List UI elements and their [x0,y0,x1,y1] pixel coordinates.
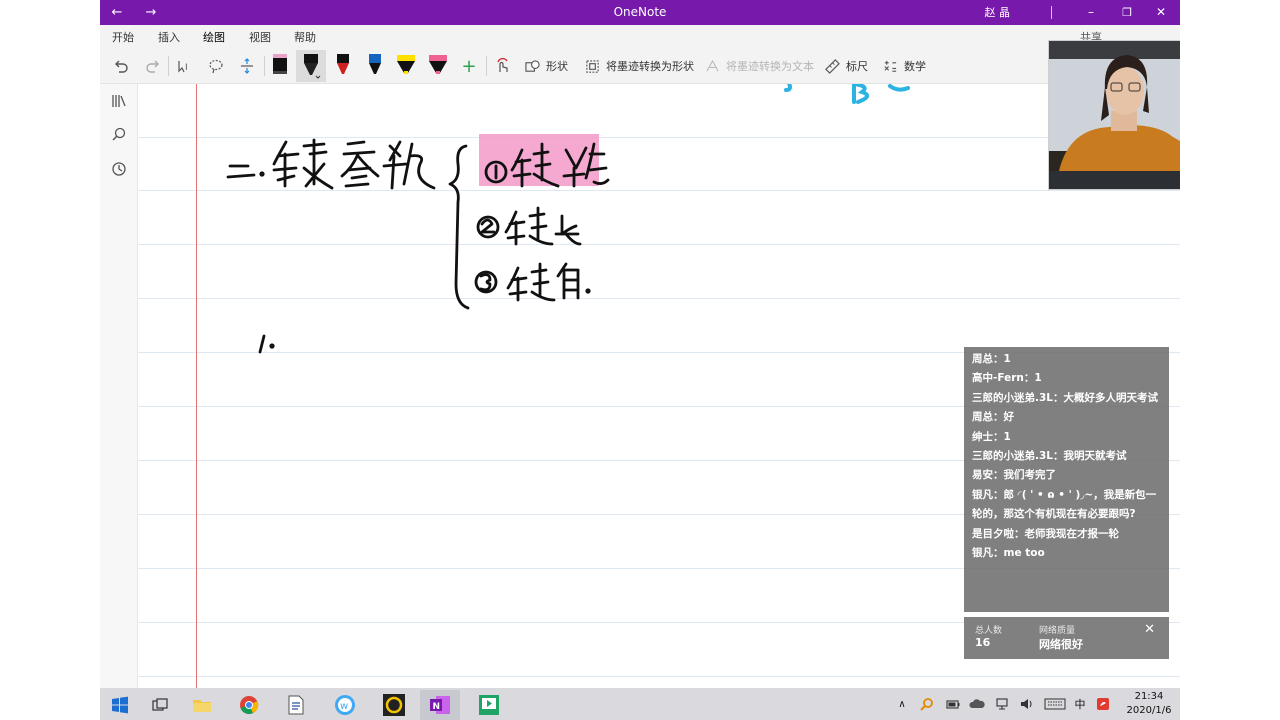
left-background [0,0,100,688]
chat-message: 周总：1 [972,353,1011,365]
close-button[interactable]: ✕ [1150,0,1172,25]
ribbon-tabs: 开始 插入 绘图 视图 帮助 共享 [100,25,1180,50]
volume-tray-icon[interactable] [1018,688,1036,720]
network-quality-label: 网络质量 [1039,626,1076,636]
left-navigation [100,84,138,688]
redo-icon[interactable] [142,54,164,78]
ink-to-text-icon [706,59,719,71]
network-tray-icon[interactable] [994,688,1012,720]
chat-message: 是目夕啦：老师我现在才报一轮 [972,527,1119,540]
math-label: 数学 [904,60,926,73]
ruler-label: 标尺 [846,60,868,73]
back-button[interactable]: ← [106,0,128,25]
cloud-tray-icon[interactable] [968,688,986,720]
window-title: OneNote [613,5,667,19]
webcam-video [1049,41,1180,189]
tab-draw[interactable]: 绘图 [203,29,225,50]
type-select-icon[interactable]: I [174,54,196,78]
ruler-icon [825,58,840,74]
title-bar: ← → OneNote 赵 晶 – ❐ ✕ [100,0,1180,25]
pen-black-icon[interactable] [268,51,292,81]
minimize-button[interactable]: – [1080,0,1102,25]
network-quality-value: 网络很好 [1039,638,1083,651]
show-hidden-icons-icon[interactable]: ∧ [895,688,909,720]
stats-close-icon[interactable]: ✕ [1144,622,1155,637]
notebooks-icon[interactable] [109,91,129,111]
document-app-icon[interactable] [276,690,316,720]
audience-stats-panel: 总人数 16 网络质量 网络很好 ✕ [964,617,1169,659]
tab-insert[interactable]: 插入 [158,29,180,45]
total-viewers-value: 16 [975,636,991,649]
start-icon[interactable] [100,690,140,720]
live-chat-panel[interactable]: 周总：1 高中-Fern：1 三郎的小迷弟.3L：大概好多人明天考试 周总：好 … [964,347,1169,612]
system-clock[interactable]: 21:34 2020/1/6 [1118,690,1180,718]
ime-indicator[interactable]: 中 [1072,688,1088,720]
chat-message: 三郎的小迷弟.3L：我明天就考试 [972,450,1127,463]
clock-date: 2020/1/6 [1126,705,1172,716]
chat-message: 易安：我们考完了 [972,469,1056,482]
lasso-select-icon[interactable] [205,54,227,78]
ink-to-shape-label: 将墨迹转换为形状 [606,60,694,73]
chat-message: 三郎的小迷弟.3L：大概好多人明天考试 [972,391,1158,404]
blue-ink-strokes [784,84,910,104]
tab-help[interactable]: 帮助 [294,29,316,45]
add-pen-icon[interactable]: + [458,54,480,78]
toolbar-separator [168,56,169,76]
math-icon [884,60,897,72]
media-app-icon[interactable] [469,690,509,720]
antivirus-tray-icon[interactable] [1094,688,1112,720]
add-space-icon[interactable] [236,54,258,78]
ink-to-text-label: 将墨迹转换为文本 [726,60,814,73]
pen-red-icon[interactable] [331,51,355,81]
math-button[interactable]: 数学 [883,58,926,74]
draw-toolbar: I + 形状 将墨迹转换为形状 将墨迹转换为文本 标尺 数学 [100,34,1180,84]
battery-tray-icon[interactable] [944,688,962,720]
task-view-icon[interactable] [140,690,180,720]
ink-replay-icon[interactable] [492,54,514,78]
toolbar-separator [264,56,265,76]
search-icon[interactable] [109,124,129,144]
chrome-icon[interactable] [229,690,269,720]
recording-app-icon[interactable] [374,690,414,720]
ink-to-shape-icon [586,59,599,73]
clock-time: 21:34 [1134,691,1164,702]
webcam-overlay[interactable]: ✕ [1048,40,1180,190]
search-tray-icon[interactable] [918,688,936,720]
recent-notes-icon[interactable] [109,159,129,179]
svg-text:I: I [185,63,188,73]
tab-home[interactable]: 开始 [112,29,134,45]
classroom-app-icon[interactable]: w [325,690,365,720]
onenote-taskbar-icon[interactable]: N [420,690,460,720]
tab-view[interactable]: 视图 [249,29,271,45]
svg-text:N: N [433,702,441,712]
ruler-button[interactable]: 标尺 [825,58,868,74]
title-separator [1051,6,1052,19]
right-background [1180,0,1280,688]
undo-icon[interactable] [110,54,132,78]
chat-message: 银凡：郎 ◜( ' • ɷ • ' )◞~，我是新包一轮的，那这个有机现在有必要… [972,488,1157,521]
shapes-label: 形状 [546,60,568,73]
shapes-button[interactable]: 形状 [525,58,568,74]
highlighter-pink-icon[interactable] [426,51,450,81]
chat-message: 绅士：1 [972,430,1011,443]
ink-to-text-button[interactable]: 将墨迹转换为文本 [705,58,814,74]
forward-button[interactable]: → [140,0,162,25]
chat-message: 周总：好 [972,411,1014,424]
svg-text:w: w [340,701,348,712]
chat-message: 银凡：me too [972,547,1045,560]
maximize-button[interactable]: ❐ [1116,0,1138,25]
keyboard-tray-icon[interactable] [1042,688,1068,720]
highlighter-yellow-icon[interactable] [394,51,418,81]
total-viewers-label: 总人数 [975,626,1003,636]
ink-to-shape-button[interactable]: 将墨迹转换为形状 [585,58,694,74]
windows-taskbar: w N ∧ 中 21:34 2020/1/6 [100,688,1180,720]
user-name[interactable]: 赵 晶 [985,0,1011,25]
file-explorer-icon[interactable] [182,690,222,720]
pen-dark-icon[interactable] [299,51,323,81]
toolbar-separator [486,56,487,76]
pen-blue-icon[interactable] [363,51,387,81]
shapes-icon [525,59,540,72]
chat-message: 高中-Fern：1 [972,372,1042,385]
